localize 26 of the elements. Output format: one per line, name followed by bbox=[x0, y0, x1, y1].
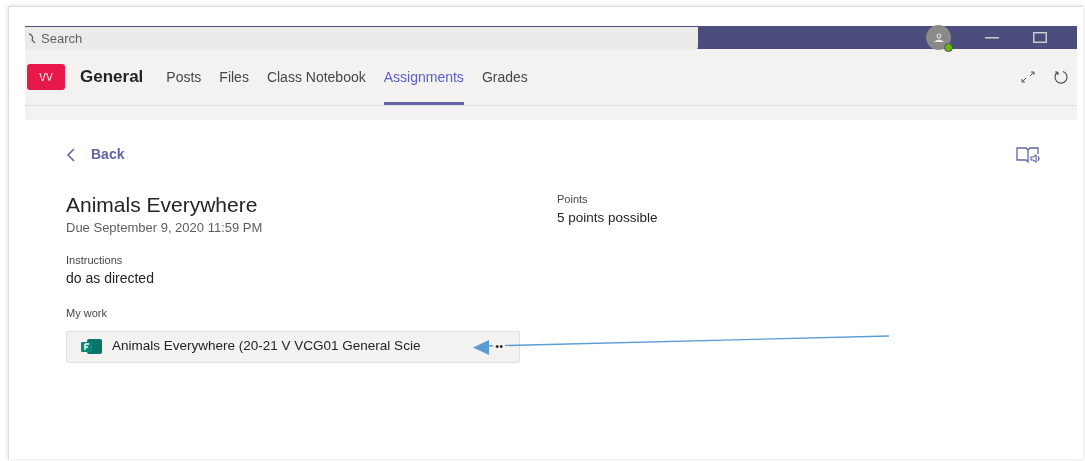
tab[interactable]: Posts bbox=[166, 49, 202, 105]
channel-name: General bbox=[80, 66, 144, 89]
points-value: 5 points possible bbox=[557, 208, 658, 227]
person-icon bbox=[932, 32, 945, 43]
file-name: Animals Everywhere (20-21 V VCG01 General Scie bbox=[112, 337, 421, 356]
minimize-icon[interactable] bbox=[985, 36, 999, 39]
immersive-reader-icon[interactable] bbox=[1016, 145, 1041, 164]
instructions-text: do as directed bbox=[66, 269, 155, 288]
search-field[interactable]: Search bbox=[25, 27, 698, 50]
expand-icon[interactable] bbox=[1020, 70, 1036, 84]
avatar[interactable] bbox=[926, 25, 951, 50]
file-attachment[interactable]: Animals Everywhere (20-21 V VCG01 General Scie •• bbox=[66, 330, 520, 363]
tab[interactable]: Class Notebook bbox=[266, 49, 366, 105]
team-avatar: VV bbox=[27, 64, 65, 90]
back-link[interactable]: Back bbox=[66, 144, 125, 165]
instructions-label: Instructions bbox=[66, 252, 124, 268]
maximize-icon[interactable] bbox=[1033, 32, 1047, 43]
forms-file-icon bbox=[81, 339, 102, 354]
refresh-icon[interactable] bbox=[1054, 69, 1069, 85]
due-date: Due September 9, 2020 11:59 PM bbox=[66, 219, 264, 237]
tab[interactable]: Files bbox=[219, 49, 249, 105]
assignment-title: Animals Everywhere bbox=[66, 192, 259, 218]
points-label: Points bbox=[557, 192, 589, 207]
tab[interactable]: Grades bbox=[481, 49, 528, 105]
chevron-left-icon bbox=[66, 147, 75, 162]
my-work-label: My work bbox=[66, 306, 108, 321]
